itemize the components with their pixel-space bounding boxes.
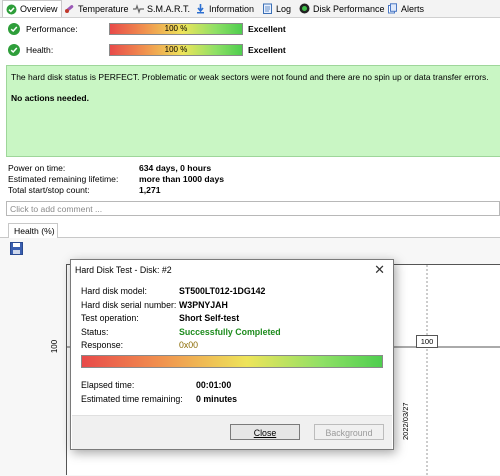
remaining-lifetime-label: Estimated remaining lifetime: xyxy=(8,174,119,184)
heartbeat-icon xyxy=(133,3,144,14)
performance-percent: 100 % xyxy=(164,24,188,33)
dialog-close-icon[interactable]: ✕ xyxy=(374,262,385,278)
power-on-label: Power on time: xyxy=(8,163,66,173)
chart-point-label: 100 xyxy=(416,335,438,348)
dialog-operation-label: Test operation: xyxy=(81,313,139,323)
status-action: No actions needed. xyxy=(11,93,89,103)
tab-information-label: Information xyxy=(209,3,255,14)
chart-x-tick: 2022/03/27 xyxy=(401,402,410,440)
check-circle-icon xyxy=(6,4,17,15)
dialog-title: Hard Disk Test - Disk: #2 xyxy=(75,265,172,275)
health-percent: 100 % xyxy=(164,45,188,54)
dialog-serial-label: Hard disk serial number: xyxy=(81,300,177,310)
alerts-icon xyxy=(387,3,398,14)
save-icon[interactable] xyxy=(10,242,23,255)
tab-temperature[interactable]: Temperature xyxy=(64,1,129,16)
dialog-status-label: Status: xyxy=(81,327,109,337)
status-message-box: The hard disk status is PERFECT. Problem… xyxy=(6,65,500,157)
tab-log[interactable]: Log xyxy=(262,1,291,16)
tab-overview-label: Overview xyxy=(20,4,58,14)
start-stop-value: 1,271 xyxy=(139,185,161,195)
tab-log-label: Log xyxy=(276,3,292,14)
dialog-serial-value: W3PNYJAH xyxy=(179,300,228,310)
health-rating: Excellent xyxy=(248,45,286,55)
thermometer-icon xyxy=(64,3,75,14)
test-progress-bar xyxy=(81,355,383,368)
remaining-time-label: Estimated time remaining: xyxy=(81,394,183,404)
dialog-footer: Close Background xyxy=(72,415,392,449)
dialog-response-value: 0x00 xyxy=(179,340,199,350)
info-icon xyxy=(195,3,206,14)
dialog-status-value: Successfully Completed xyxy=(179,327,281,337)
tab-disk-performance[interactable]: Disk Performance xyxy=(299,1,385,16)
health-ok-icon xyxy=(8,44,20,56)
tab-alerts[interactable]: Alerts xyxy=(387,1,424,16)
tab-information[interactable]: Information xyxy=(195,1,254,16)
performance-ok-icon xyxy=(8,23,20,35)
tab-alerts-label: Alerts xyxy=(401,3,425,14)
performance-icon xyxy=(299,3,310,14)
elapsed-time-label: Elapsed time: xyxy=(81,380,135,390)
tab-smart[interactable]: S.M.A.R.T. xyxy=(133,1,190,16)
health-bar: 100 % xyxy=(109,44,243,56)
tab-health-percent[interactable]: Health (%) xyxy=(8,223,58,238)
elapsed-time-value: 00:01:00 xyxy=(196,380,232,390)
health-label: Health: xyxy=(26,45,54,55)
status-message: The hard disk status is PERFECT. Problem… xyxy=(11,72,489,82)
performance-bar: 100 % xyxy=(109,23,243,35)
tab-disk-performance-label: Disk Performance xyxy=(313,3,385,14)
start-stop-label: Total start/stop count: xyxy=(8,185,90,195)
remaining-lifetime-value: more than 1000 days xyxy=(139,174,225,184)
power-on-value: 634 days, 0 hours xyxy=(139,163,212,173)
hard-disk-test-dialog: Hard Disk Test - Disk: #2 ✕ Hard disk mo… xyxy=(70,259,394,450)
dialog-response-label: Response: xyxy=(81,340,124,350)
performance-label: Performance: xyxy=(26,24,78,34)
tab-temperature-label: Temperature xyxy=(78,3,129,14)
tab-bar: Overview Temperature S.M.A.R.T. Informat… xyxy=(0,0,500,18)
tab-overview[interactable]: Overview xyxy=(2,0,62,17)
remaining-time-value: 0 minutes xyxy=(196,394,238,404)
log-icon xyxy=(262,3,273,14)
dialog-model-value: ST500LT012-1DG142 xyxy=(179,286,266,296)
performance-rating: Excellent xyxy=(248,24,286,34)
comment-input[interactable]: Click to add comment ... xyxy=(6,201,500,216)
chart-y-tick: 100 xyxy=(50,339,60,354)
dialog-model-label: Hard disk model: xyxy=(81,286,148,296)
tab-smart-label: S.M.A.R.T. xyxy=(147,3,191,14)
close-button[interactable]: Close xyxy=(230,424,300,440)
dialog-operation-value: Short Self-test xyxy=(179,313,240,323)
background-button[interactable]: Background xyxy=(314,424,384,440)
